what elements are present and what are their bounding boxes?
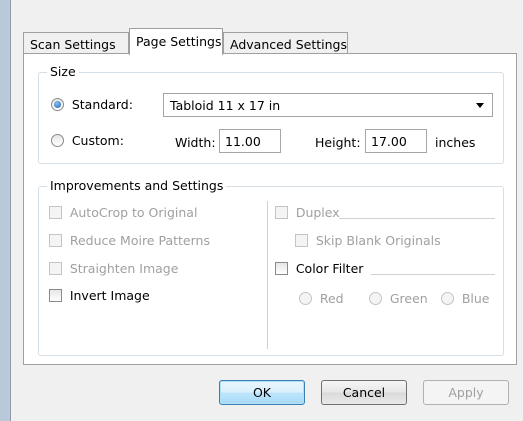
custom-radio[interactable] (51, 134, 64, 147)
red-radio-row[interactable]: Red (299, 291, 344, 306)
blue-radio-row[interactable]: Blue (441, 291, 490, 306)
skip-blank-label: Skip Blank Originals (315, 233, 441, 248)
tab-page-settings[interactable]: Page Settings (129, 28, 223, 55)
height-label: Height: (315, 135, 361, 150)
duplex-checkbox[interactable] (275, 206, 288, 219)
green-radio-row[interactable]: Green (369, 291, 428, 306)
improvements-legend: Improvements and Settings (47, 178, 227, 193)
custom-radio-row[interactable]: Custom: (51, 133, 124, 148)
red-label: Red (319, 291, 344, 306)
color-filter-row[interactable]: Color Filter (275, 261, 363, 276)
reduce-moire-label: Reduce Moire Patterns (69, 233, 210, 248)
duplex-row[interactable]: Duplex (275, 205, 340, 220)
improvements-group: Improvements and Settings AutoCrop to Or… (38, 178, 504, 356)
reduce-moire-row[interactable]: Reduce Moire Patterns (49, 233, 210, 248)
size-legend: Size (47, 64, 79, 79)
column-divider (267, 201, 268, 349)
autocrop-row[interactable]: AutoCrop to Original (49, 205, 197, 220)
custom-label: Custom: (71, 133, 124, 148)
color-filter-checkbox[interactable] (275, 262, 288, 275)
autocrop-checkbox[interactable] (49, 206, 62, 219)
width-input[interactable]: 11.00 (219, 129, 281, 153)
blue-radio[interactable] (441, 292, 454, 305)
color-filter-separator (371, 274, 495, 275)
reduce-moire-checkbox[interactable] (49, 234, 62, 247)
dropdown-arrow-icon (476, 103, 484, 108)
straighten-label: Straighten Image (69, 261, 179, 276)
dialog-window: Scan Settings Page Settings Advanced Set… (10, 0, 523, 421)
tab-advanced-settings[interactable]: Advanced Settings (223, 32, 348, 54)
units-label: inches (435, 135, 476, 150)
standard-label: Standard: (71, 97, 133, 112)
standard-radio-row[interactable]: Standard: (51, 97, 133, 112)
apply-button[interactable]: Apply (423, 380, 509, 405)
cancel-button[interactable]: Cancel (321, 380, 407, 405)
duplex-separator (339, 218, 495, 219)
standard-size-dropdown[interactable]: Tabloid 11 x 17 in (163, 93, 493, 117)
color-filter-label: Color Filter (295, 261, 364, 276)
height-input[interactable]: 17.00 (365, 129, 427, 153)
red-radio[interactable] (299, 292, 312, 305)
standard-size-value: Tabloid 11 x 17 in (170, 98, 281, 113)
invert-label: Invert Image (69, 288, 150, 303)
straighten-checkbox[interactable] (49, 262, 62, 275)
size-group: Size Standard: Tabloid 11 x 17 in Custom… (38, 64, 504, 164)
blue-label: Blue (461, 291, 490, 306)
green-radio[interactable] (369, 292, 382, 305)
duplex-label: Duplex (295, 205, 340, 220)
width-label: Width: (175, 135, 216, 150)
invert-checkbox[interactable] (49, 289, 62, 302)
skip-blank-row[interactable]: Skip Blank Originals (295, 233, 441, 248)
page-settings-panel: Size Standard: Tabloid 11 x 17 in Custom… (23, 53, 517, 365)
ok-button[interactable]: OK (219, 380, 305, 405)
skip-blank-checkbox[interactable] (295, 234, 308, 247)
green-label: Green (389, 291, 428, 306)
invert-row[interactable]: Invert Image (49, 288, 150, 303)
autocrop-label: AutoCrop to Original (69, 205, 198, 220)
tab-scan-settings[interactable]: Scan Settings (23, 32, 129, 54)
standard-radio[interactable] (51, 98, 64, 111)
straighten-row[interactable]: Straighten Image (49, 261, 178, 276)
